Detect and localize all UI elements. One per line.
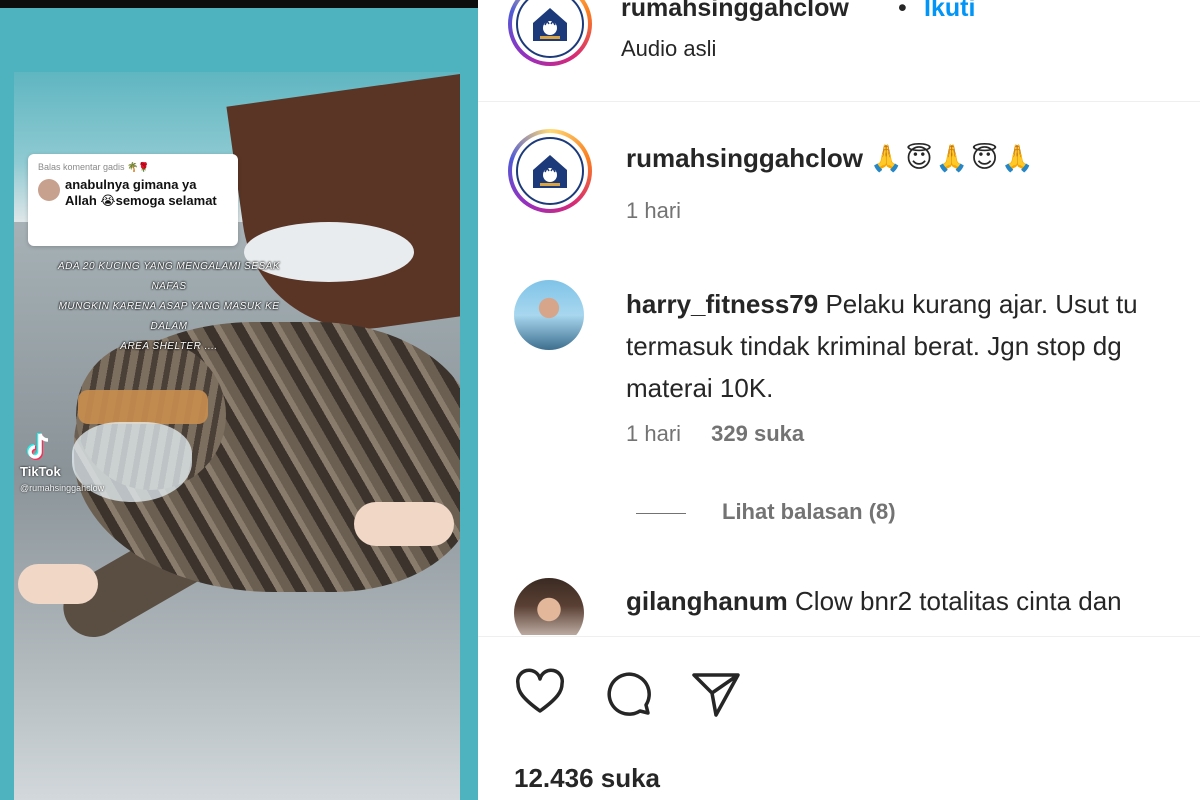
cat-bandage — [78, 390, 208, 424]
house-cat-icon — [533, 8, 567, 41]
tiktok-logo-icon — [27, 433, 49, 460]
comment-timestamp[interactable]: 1 hari — [626, 421, 681, 446]
post-likes-count[interactable]: 12.436 suka — [514, 763, 660, 794]
comment-username[interactable]: gilanghanum — [626, 586, 788, 616]
plant-rose-emoji-icon: 🌴🌹 — [127, 162, 150, 172]
house-logo-icon — [516, 137, 584, 205]
paper-plane-icon[interactable] — [688, 665, 744, 721]
house-cat-icon — [533, 155, 567, 188]
video-frame[interactable]: Balas komentar gadis 🌴🌹 anabulnya gimana… — [14, 72, 460, 800]
overlay-line-1: ADA 20 KUCING YANG MENGALAMI SESAK NAFAS — [57, 261, 281, 292]
cat-paw-back — [354, 502, 454, 546]
header-separator-dot: • — [898, 0, 907, 22]
caption-avatar-inner — [512, 133, 588, 209]
comment-likes[interactable]: 329 suka — [711, 421, 804, 446]
reply-avatar — [38, 179, 60, 201]
comment-avatar[interactable] — [514, 280, 584, 350]
follow-button[interactable]: Ikuti — [924, 0, 975, 23]
caption-emojis: 🙏😇🙏😇🙏 — [870, 144, 1037, 174]
comment-body: Clow bnr2 totalitas cinta dan — [795, 586, 1122, 616]
caption-avatar[interactable] — [508, 129, 592, 213]
header-avatar-inner — [512, 0, 588, 62]
header-username[interactable]: rumahsinggahclow — [621, 0, 849, 23]
comment-username[interactable]: harry_fitness79 — [626, 289, 818, 319]
post-header: rumahsinggahclow • Ikuti Audio asli — [478, 0, 1200, 102]
post-detail-panel: rumahsinggahclow • Ikuti Audio asli ruma… — [478, 0, 1200, 800]
video-reply-comment-bubble: Balas komentar gadis 🌴🌹 anabulnya gimana… — [28, 154, 238, 246]
video-panel[interactable]: Balas komentar gadis 🌴🌹 anabulnya gimana… — [0, 0, 478, 800]
reply-header-text: Balas komentar gadis — [38, 162, 125, 172]
overlay-line-3: AREA SHELTER .... — [120, 341, 218, 352]
audio-label-link[interactable]: Audio asli — [621, 36, 716, 62]
video-top-bar — [0, 0, 478, 8]
video-caption-overlay: ADA 20 KUCING YANG MENGALAMI SESAK NAFAS… — [44, 257, 294, 357]
header-avatar[interactable] — [508, 0, 592, 66]
overlay-line-2: MUNGKIN KARENA ASAP YANG MASUK KE DALAM — [58, 301, 280, 332]
post-actions: 12.436 suka — [478, 636, 1200, 800]
cat-paw-front — [18, 564, 98, 604]
tiktok-label: TikTok — [20, 464, 61, 479]
heart-icon[interactable] — [512, 665, 568, 721]
reply-header: Balas komentar gadis 🌴🌹 — [38, 162, 228, 173]
house-logo-icon — [516, 0, 584, 58]
comment-bubble-icon[interactable] — [600, 665, 656, 721]
comment-avatar[interactable] — [514, 578, 584, 635]
comment-meta: 1 hari 329 suka — [626, 421, 804, 447]
comment-text: gilanghanum Clow bnr2 totalitas cinta da… — [626, 586, 1122, 617]
comment-text: harry_fitness79 Pelaku kurang ajar. Usut… — [626, 283, 1200, 409]
reply-comment-text: anabulnya gimana ya Allah 😭semoga selama… — [65, 177, 217, 208]
post-caption: rumahsinggahclow 🙏😇🙏😇🙏 — [626, 143, 1036, 174]
tiktok-watermark: TikTok @rumahsinggahclow — [20, 432, 104, 493]
caption-timestamp[interactable]: 1 hari — [626, 198, 681, 224]
reply-row: anabulnya gimana ya Allah 😭semoga selama… — [38, 177, 228, 209]
view-replies-button[interactable]: Lihat balasan (8) — [722, 499, 896, 525]
caption-username[interactable]: rumahsinggahclow — [626, 143, 863, 173]
comments-section[interactable]: rumahsinggahclow 🙏😇🙏😇🙏 1 hari harry_fitn… — [478, 103, 1200, 635]
replies-divider-line — [636, 513, 686, 514]
tiktok-username: @rumahsinggahclow — [20, 483, 105, 493]
